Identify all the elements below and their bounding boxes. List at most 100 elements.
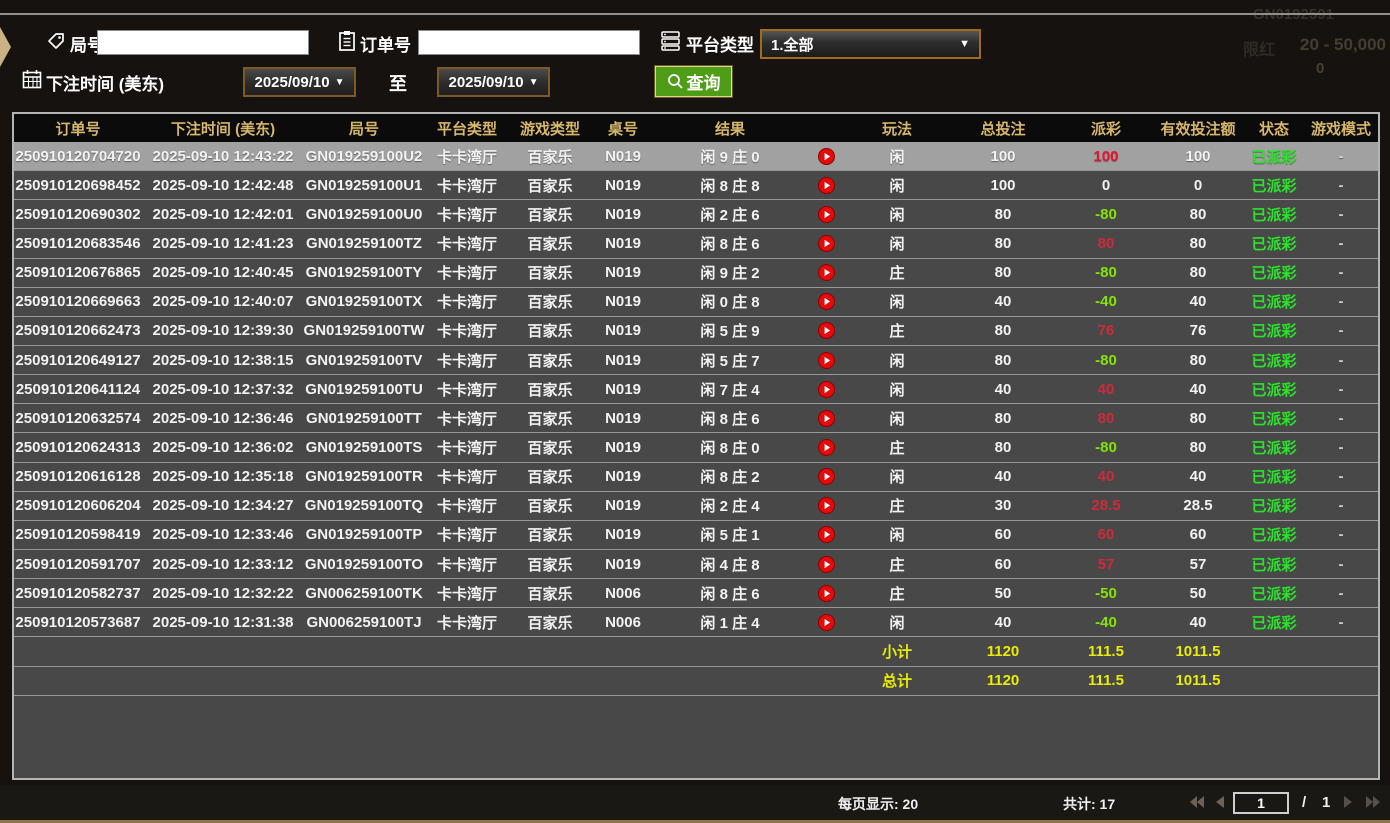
grand-total-row-game_no — [304, 667, 424, 695]
cell-time: 2025-09-10 12:32:22 — [142, 579, 304, 607]
play-video-icon[interactable] — [804, 579, 848, 607]
cell-play: 庄 — [848, 317, 946, 345]
cell-status: 已派彩 — [1244, 550, 1304, 578]
table-row[interactable]: 2509101205984192025-09-10 12:33:46GN0192… — [14, 521, 1378, 550]
cell-game_type: 百家乐 — [510, 579, 590, 607]
table-row[interactable]: 2509101206696632025-09-10 12:40:07GN0192… — [14, 288, 1378, 317]
table-row[interactable]: 2509101206984522025-09-10 12:42:48GN0192… — [14, 171, 1378, 200]
order-no-input[interactable] — [418, 30, 640, 55]
cell-game_no: GN006259100TJ — [304, 608, 424, 636]
cell-payout: 0 — [1060, 171, 1152, 199]
play-video-icon[interactable] — [804, 142, 848, 170]
table-row[interactable]: 2509101206325742025-09-10 12:36:46GN0192… — [14, 404, 1378, 433]
grand-total-row-video — [804, 667, 848, 695]
table-row[interactable]: 2509101205917072025-09-10 12:33:12GN0192… — [14, 550, 1378, 579]
cell-game_no: GN019259100U2 — [304, 142, 424, 170]
date-from-picker[interactable]: 2025/09/10 ▼ — [243, 67, 356, 97]
column-header-game_no: 局号 — [304, 114, 424, 142]
table-row[interactable]: 2509101205827372025-09-10 12:32:22GN0062… — [14, 579, 1378, 608]
table-row[interactable]: 2509101206243132025-09-10 12:36:02GN0192… — [14, 433, 1378, 462]
cell-order: 250910120704720 — [14, 142, 142, 170]
game-no-input[interactable] — [97, 30, 309, 55]
cell-total: 30 — [946, 492, 1060, 520]
cell-play: 闲 — [848, 200, 946, 228]
play-video-icon[interactable] — [804, 171, 848, 199]
table-row[interactable]: 2509101205736872025-09-10 12:31:38GN0062… — [14, 608, 1378, 637]
search-button[interactable]: 查询 — [655, 66, 732, 97]
play-video-icon[interactable] — [804, 317, 848, 345]
subtotal-row-status — [1244, 637, 1304, 665]
page-number-input[interactable] — [1233, 792, 1289, 814]
cell-total: 80 — [946, 433, 1060, 461]
play-video-icon[interactable] — [804, 259, 848, 287]
calendar-icon — [22, 69, 42, 89]
grand-total-row-total: 1120 — [946, 667, 1060, 695]
play-video-icon[interactable] — [804, 463, 848, 491]
play-video-icon[interactable] — [804, 433, 848, 461]
cell-game_type: 百家乐 — [510, 259, 590, 287]
grand-total-row: 总计1120111.51011.5 — [14, 667, 1378, 696]
cell-result: 闲 5 庄 1 — [656, 521, 804, 549]
table-row[interactable]: 2509101206903022025-09-10 12:42:01GN0192… — [14, 200, 1378, 229]
table-row[interactable]: 2509101206835462025-09-10 12:41:23GN0192… — [14, 229, 1378, 258]
first-page-icon[interactable] — [1188, 795, 1206, 809]
table-row[interactable]: 2509101206491272025-09-10 12:38:15GN0192… — [14, 346, 1378, 375]
cell-game_no: GN019259100TX — [304, 288, 424, 316]
cell-order: 250910120683546 — [14, 229, 142, 257]
cell-total: 100 — [946, 142, 1060, 170]
date-to-value: 2025/09/10 — [449, 74, 524, 91]
column-header-valid: 有效投注额 — [1152, 114, 1244, 142]
prev-page-icon[interactable] — [1214, 795, 1226, 809]
subtotal-row-platform — [424, 637, 510, 665]
play-video-icon[interactable] — [804, 550, 848, 578]
play-video-icon[interactable] — [804, 200, 848, 228]
platform-type-select[interactable]: 1.全部 ▼ — [760, 29, 981, 59]
table-row[interactable]: 2509101206411242025-09-10 12:37:32GN0192… — [14, 375, 1378, 404]
cell-game_type: 百家乐 — [510, 492, 590, 520]
cell-order: 250910120582737 — [14, 579, 142, 607]
play-video-icon[interactable] — [804, 492, 848, 520]
table-row[interactable]: 2509101206161282025-09-10 12:35:18GN0192… — [14, 463, 1378, 492]
table-row[interactable]: 2509101207047202025-09-10 12:43:22GN0192… — [14, 142, 1378, 171]
play-video-icon[interactable] — [804, 229, 848, 257]
column-header-payout: 派彩 — [1060, 114, 1152, 142]
cell-table_no: N019 — [590, 404, 656, 432]
grand-total-row-valid: 1011.5 — [1152, 667, 1244, 695]
cell-valid: 40 — [1152, 608, 1244, 636]
table-row[interactable]: 2509101206062042025-09-10 12:34:27GN0192… — [14, 492, 1378, 521]
cell-table_no: N019 — [590, 492, 656, 520]
cell-table_no: N006 — [590, 579, 656, 607]
play-video-icon[interactable] — [804, 288, 848, 316]
table-row[interactable]: 2509101206768652025-09-10 12:40:45GN0192… — [14, 259, 1378, 288]
play-video-icon[interactable] — [804, 521, 848, 549]
table-body: 2509101207047202025-09-10 12:43:22GN0192… — [14, 142, 1378, 778]
cell-result: 闲 8 庄 2 — [656, 463, 804, 491]
column-header-mode: 游戏模式 — [1304, 114, 1378, 142]
play-video-icon[interactable] — [804, 608, 848, 636]
date-to-picker[interactable]: 2025/09/10 ▼ — [437, 67, 550, 97]
play-video-icon[interactable] — [804, 404, 848, 432]
cell-status: 已派彩 — [1244, 404, 1304, 432]
cell-valid: 57 — [1152, 550, 1244, 578]
cell-valid: 0 — [1152, 171, 1244, 199]
cell-result: 闲 8 庄 8 — [656, 171, 804, 199]
table-row[interactable]: 2509101206624732025-09-10 12:39:30GN0192… — [14, 317, 1378, 346]
grand-total-row-payout: 111.5 — [1060, 667, 1152, 695]
cell-total: 50 — [946, 579, 1060, 607]
last-page-icon[interactable] — [1364, 795, 1382, 809]
cell-status: 已派彩 — [1244, 492, 1304, 520]
collapse-panel-arrow-icon[interactable] — [0, 26, 12, 68]
cell-play: 闲 — [848, 142, 946, 170]
cell-total: 60 — [946, 550, 1060, 578]
cell-total: 40 — [946, 288, 1060, 316]
platform-type-label: 平台类型 — [686, 31, 754, 56]
play-video-icon[interactable] — [804, 346, 848, 374]
column-header-total: 总投注 — [946, 114, 1060, 142]
cell-play: 庄 — [848, 259, 946, 287]
cell-valid: 80 — [1152, 200, 1244, 228]
next-page-icon[interactable] — [1342, 795, 1354, 809]
play-video-icon[interactable] — [804, 375, 848, 403]
column-header-video — [804, 114, 848, 142]
cell-result: 闲 9 庄 0 — [656, 142, 804, 170]
table-header: 订单号下注时间 (美东)局号平台类型游戏类型桌号结果玩法总投注派彩有效投注额状态… — [14, 114, 1378, 142]
